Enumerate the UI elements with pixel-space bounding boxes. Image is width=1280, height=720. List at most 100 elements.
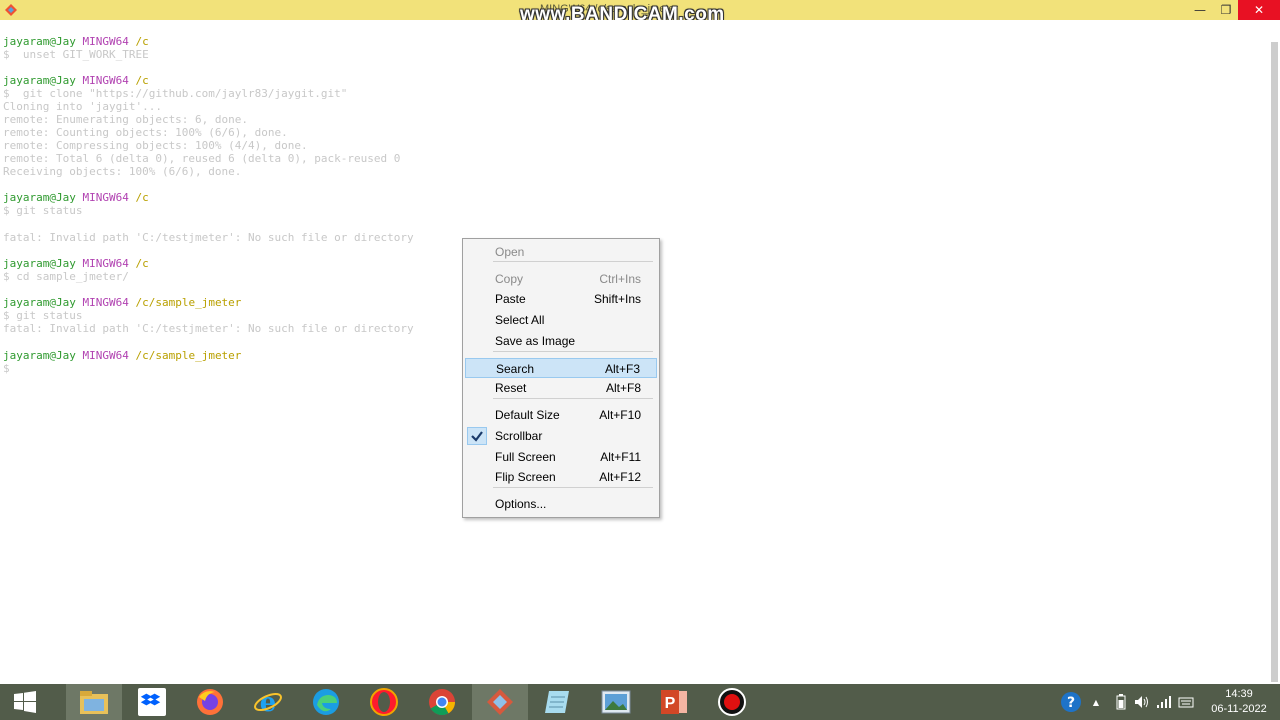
tray-overflow-chevron[interactable]: ▲ bbox=[1088, 684, 1104, 720]
dropbox-icon bbox=[138, 688, 166, 716]
menu-item-label: Save as Image bbox=[495, 334, 576, 348]
menu-item-shortcut: Alt+F3 bbox=[604, 362, 640, 376]
taskbar-photos[interactable] bbox=[588, 684, 644, 720]
bandicam-record-icon bbox=[718, 688, 746, 716]
checkmark-icon bbox=[467, 427, 487, 445]
taskbar-notepad[interactable] bbox=[530, 684, 586, 720]
menu-item-shortcut: Shift+Ins bbox=[593, 292, 641, 306]
prompt-user: jayaram@Jay bbox=[3, 35, 76, 48]
taskbar-edge[interactable] bbox=[298, 684, 354, 720]
menu-item-label: Full Screen bbox=[495, 450, 556, 464]
clock-time: 14:39 bbox=[1225, 688, 1253, 700]
prompt-env: MINGW64 bbox=[82, 296, 129, 309]
close-button[interactable]: ✕ bbox=[1238, 0, 1280, 20]
menu-item-label: Reset bbox=[495, 381, 527, 395]
prompt-path: /c bbox=[135, 74, 149, 87]
prompt-user: jayaram@Jay bbox=[3, 349, 76, 362]
internet-explorer-icon: e bbox=[254, 688, 282, 717]
keyboard-icon bbox=[1178, 697, 1194, 708]
prompt-env: MINGW64 bbox=[82, 74, 129, 87]
taskbar-powerpoint[interactable]: P bbox=[646, 684, 702, 720]
taskbar-internet-explorer[interactable]: e bbox=[240, 684, 296, 720]
prompt-user: jayaram@Jay bbox=[3, 191, 76, 204]
prompt-env: MINGW64 bbox=[82, 191, 129, 204]
menu-item-label: Flip Screen bbox=[495, 470, 556, 484]
prompt-env: MINGW64 bbox=[82, 349, 129, 362]
prompt-path: /c bbox=[135, 191, 149, 204]
minimize-button[interactable]: — bbox=[1186, 0, 1214, 20]
photos-icon bbox=[601, 690, 631, 714]
menu-item-label: Scrollbar bbox=[495, 429, 543, 443]
battery-icon bbox=[1116, 694, 1126, 710]
output-line: remote: Counting objects: 100% (6/6), do… bbox=[3, 126, 288, 139]
tray-input[interactable] bbox=[1176, 684, 1196, 720]
output-line: remote: Total 6 (delta 0), reused 6 (del… bbox=[3, 152, 401, 165]
prompt-line: jayaram@Jay MINGW64 /c bbox=[3, 257, 149, 270]
taskbar-chrome[interactable] bbox=[414, 684, 470, 720]
terminal-scrollbar[interactable] bbox=[1269, 20, 1280, 684]
file-explorer-icon bbox=[80, 691, 108, 714]
taskbar-dropbox[interactable] bbox=[124, 684, 180, 720]
output-line: $ git clone "https://github.com/jaylr83/… bbox=[3, 87, 348, 100]
taskbar-firefox[interactable] bbox=[182, 684, 238, 720]
menu-item-scrollbar[interactable]: Scrollbar bbox=[465, 426, 657, 446]
taskbar-opera[interactable] bbox=[356, 684, 412, 720]
menu-item-label: Paste bbox=[495, 292, 526, 306]
menu-separator bbox=[493, 351, 653, 352]
menu-item-save-as-image[interactable]: Save as Image bbox=[465, 331, 657, 351]
notepad-icon bbox=[545, 691, 569, 713]
prompt-env: MINGW64 bbox=[82, 35, 129, 48]
prompt-line: jayaram@Jay MINGW64 /c bbox=[3, 74, 149, 87]
menu-item-flip-screen[interactable]: Flip Screen Alt+F12 bbox=[465, 467, 657, 487]
prompt-user: jayaram@Jay bbox=[3, 296, 76, 309]
menu-item-shortcut: Alt+F8 bbox=[605, 381, 641, 395]
help-icon: ? bbox=[1061, 692, 1081, 712]
output-line: Cloning into 'jaygit'... bbox=[3, 100, 162, 113]
prompt-path: /c bbox=[135, 257, 149, 270]
output-line: Receiving objects: 100% (6/6), done. bbox=[3, 165, 242, 178]
menu-item-options[interactable]: Options... bbox=[465, 494, 657, 514]
output-line: $ cd sample_jmeter/ bbox=[3, 270, 129, 283]
menu-item-shortcut: Alt+F12 bbox=[599, 470, 641, 484]
menu-item-copy[interactable]: Copy Ctrl+Ins bbox=[465, 269, 657, 289]
menu-item-label: Select All bbox=[495, 313, 545, 327]
prompt-line: jayaram@Jay MINGW64 /c bbox=[3, 191, 149, 204]
taskbar-clock[interactable]: 14:39 06-11-2022 bbox=[1208, 687, 1270, 717]
window-title-bar[interactable]: MINGW64:/c/sample_jmeter www.BANDICAM.co… bbox=[0, 0, 1280, 25]
scrollbar-thumb[interactable] bbox=[1271, 42, 1278, 682]
menu-item-select-all[interactable]: Select All bbox=[465, 310, 657, 330]
output-line: $ unset GIT_WORK_TREE bbox=[3, 48, 149, 61]
network-icon bbox=[1157, 696, 1171, 708]
menu-item-shortcut: Alt+F10 bbox=[599, 408, 641, 422]
output-line: fatal: Invalid path 'C:/testjmeter': No … bbox=[3, 322, 414, 335]
clock-date: 06-11-2022 bbox=[1211, 703, 1267, 715]
tray-volume[interactable] bbox=[1132, 684, 1152, 720]
context-menu: Open Copy Ctrl+Ins Paste Shift+Ins Select All… bbox=[462, 238, 660, 518]
git-bash-icon bbox=[487, 689, 513, 715]
menu-item-full-screen[interactable]: Full Screen Alt+F11 bbox=[465, 447, 657, 467]
svg-text:e: e bbox=[260, 688, 277, 717]
opera-icon bbox=[370, 688, 398, 716]
tray-help[interactable]: ? bbox=[1058, 684, 1084, 720]
menu-separator bbox=[493, 398, 653, 399]
edge-icon bbox=[313, 689, 339, 715]
powerpoint-icon: P bbox=[661, 690, 687, 714]
menu-item-paste[interactable]: Paste Shift+Ins bbox=[465, 289, 657, 309]
taskbar-git-bash[interactable] bbox=[472, 684, 528, 720]
menu-item-open[interactable]: Open bbox=[465, 242, 657, 262]
prompt-path: /c bbox=[135, 35, 149, 48]
prompt-path: /c/sample_jmeter bbox=[135, 349, 242, 362]
prompt-user: jayaram@Jay bbox=[3, 257, 76, 270]
taskbar-bandicam[interactable] bbox=[704, 684, 760, 720]
menu-item-search[interactable]: Search Alt+F3 bbox=[465, 358, 657, 378]
start-button[interactable] bbox=[0, 684, 50, 720]
prompt-path: /c/sample_jmeter bbox=[135, 296, 242, 309]
git-bash-app-icon bbox=[5, 4, 17, 16]
menu-item-default-size[interactable]: Default Size Alt+F10 bbox=[465, 405, 657, 425]
tray-network[interactable] bbox=[1154, 684, 1174, 720]
taskbar-file-explorer[interactable] bbox=[66, 684, 122, 720]
menu-item-reset[interactable]: Reset Alt+F8 bbox=[465, 378, 657, 398]
tray-battery[interactable] bbox=[1112, 684, 1130, 720]
volume-icon bbox=[1135, 696, 1148, 708]
maximize-button[interactable]: ❐ bbox=[1212, 0, 1240, 20]
